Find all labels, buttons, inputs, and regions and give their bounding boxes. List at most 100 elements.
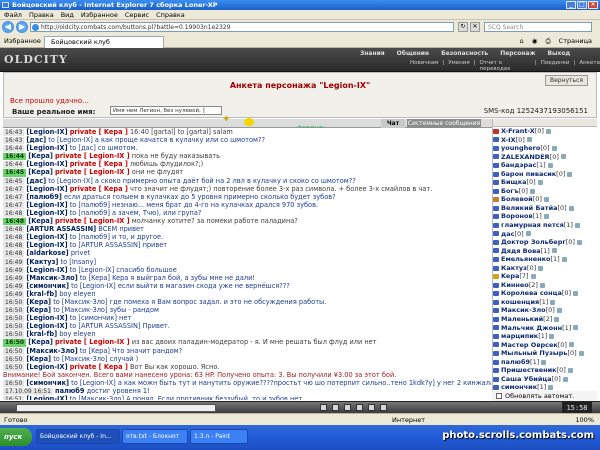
message-time[interactable]: 16:44 bbox=[3, 161, 25, 169]
nav-exit[interactable]: Выход bbox=[547, 50, 570, 57]
message-time[interactable]: 16:49 bbox=[3, 274, 25, 282]
message-time[interactable]: 16:49 bbox=[3, 266, 25, 274]
private-recipient[interactable]: private [ Kepa ] bbox=[70, 128, 128, 136]
private-recipient[interactable]: private [ Legion-IX ] bbox=[55, 217, 130, 225]
user-name[interactable]: Дядя Вова bbox=[501, 247, 541, 256]
taskbar-item-paint[interactable]: 1.3.n - Paint bbox=[190, 429, 248, 444]
user-info-icon[interactable] bbox=[568, 205, 574, 211]
message-sender[interactable]: палюб9 bbox=[55, 387, 84, 395]
private-recipient[interactable]: private [ Legion-IX ] bbox=[55, 152, 130, 160]
user-name[interactable]: кошенция bbox=[501, 298, 539, 307]
user-list-item[interactable]: Королева сонца [0] bbox=[493, 289, 597, 298]
user-name[interactable]: палюб9 bbox=[501, 358, 530, 367]
message-sender[interactable]: [kral-fb] bbox=[26, 290, 57, 298]
message-time[interactable]: 16:48 bbox=[3, 242, 25, 250]
message-time[interactable]: 16:50 bbox=[3, 363, 25, 371]
user-name[interactable]: Великий Батйа bbox=[501, 204, 558, 213]
user-info-icon[interactable] bbox=[525, 231, 531, 237]
user-info-icon[interactable] bbox=[578, 350, 584, 356]
smiles-icon[interactable] bbox=[320, 404, 327, 411]
message-time[interactable]: 16:49 bbox=[3, 290, 25, 298]
user-info-icon[interactable] bbox=[526, 137, 532, 143]
message-time[interactable]: 17.10.09 16:51 bbox=[3, 388, 53, 396]
user-info-icon[interactable] bbox=[549, 333, 555, 339]
user-list-item[interactable]: Воронов [1] bbox=[493, 212, 597, 221]
message-sender[interactable]: [Legion-IX] bbox=[26, 395, 67, 400]
auto-update-checkbox[interactable] bbox=[496, 393, 502, 399]
user-list-item[interactable]: симончик [1] bbox=[493, 383, 597, 391]
message-time[interactable]: 16:48 bbox=[3, 250, 25, 258]
message-time[interactable]: 16:51 bbox=[3, 396, 25, 400]
private-recipient[interactable]: private [ Kepa ] bbox=[70, 160, 128, 168]
user-list-item[interactable]: марципик [1] bbox=[493, 332, 597, 341]
message-time[interactable]: 16:50 bbox=[3, 323, 25, 331]
user-info-icon[interactable] bbox=[556, 308, 562, 314]
taskbar-item-browser[interactable]: Бойцовский клуб - In... bbox=[36, 429, 120, 444]
message-time[interactable]: 16:50 bbox=[3, 298, 25, 307]
user-info-icon[interactable] bbox=[538, 265, 544, 271]
user-info-icon[interactable] bbox=[554, 316, 560, 322]
menu-help[interactable]: Справка bbox=[156, 10, 185, 19]
filter-icon[interactable] bbox=[332, 404, 339, 411]
user-list-item[interactable]: Максик-Зло [0] bbox=[493, 306, 597, 315]
user-list-item[interactable]: Богъ [0] bbox=[493, 187, 597, 196]
user-info-icon[interactable] bbox=[541, 359, 547, 365]
user-list-item[interactable]: Мастер Оврсек [0] bbox=[493, 341, 597, 350]
user-info-icon[interactable] bbox=[545, 128, 551, 134]
user-list-item[interactable]: Кактуз [0] bbox=[493, 264, 597, 273]
user-info-icon[interactable] bbox=[551, 248, 557, 254]
message-sender[interactable]: [симончик] bbox=[26, 282, 69, 290]
user-info-icon[interactable] bbox=[547, 162, 553, 168]
refresh-chat-icon[interactable] bbox=[380, 404, 387, 411]
user-list-item[interactable]: бандэрас [1] bbox=[493, 161, 597, 170]
message-sender[interactable]: [Kepa] bbox=[26, 298, 51, 306]
user-name[interactable]: барон пивасик bbox=[501, 170, 556, 179]
message-time[interactable]: 16:49 bbox=[3, 282, 25, 290]
user-list-item[interactable]: Пришественик [0] bbox=[493, 366, 597, 375]
message-time[interactable]: 16:48 bbox=[3, 218, 27, 226]
refresh-icon[interactable]: ↻ bbox=[458, 22, 468, 32]
message-time[interactable]: 16:48 bbox=[3, 226, 25, 234]
message-sender[interactable]: [Legion-IX] bbox=[26, 363, 67, 371]
user-list-item[interactable]: younghero [0] bbox=[493, 144, 597, 153]
user-name[interactable]: симончик bbox=[501, 383, 537, 391]
maximize-button[interactable]: □ bbox=[577, 1, 587, 9]
message-time[interactable]: 16:47 bbox=[3, 201, 25, 209]
message-sender[interactable]: [Legion-IX] bbox=[26, 160, 67, 168]
message-sender[interactable]: [aldarkose] bbox=[26, 249, 68, 257]
message-sender[interactable]: [Kepa] bbox=[28, 152, 53, 160]
user-name[interactable]: ZALEXANDER bbox=[501, 153, 550, 162]
user-list-item[interactable]: Мальчик Джонн [1] bbox=[493, 324, 597, 333]
clear-icon[interactable] bbox=[344, 404, 351, 411]
user-name[interactable]: Мальчик Джонн bbox=[501, 324, 562, 333]
user-info-icon[interactable] bbox=[550, 299, 556, 305]
user-name[interactable]: X-Frant-X bbox=[501, 127, 535, 136]
user-info-icon[interactable] bbox=[562, 376, 568, 382]
private-recipient[interactable]: private [ Legion-IX ] bbox=[55, 168, 130, 176]
user-list-item[interactable]: Емельяненко [1] bbox=[493, 255, 597, 264]
message-time[interactable]: 16:48 bbox=[3, 234, 25, 242]
user-list-item[interactable]: Маленький [2] bbox=[493, 315, 597, 324]
message-time[interactable]: 16:45 bbox=[3, 169, 27, 177]
translit-icon[interactable] bbox=[368, 404, 375, 411]
user-name[interactable]: younghero bbox=[501, 144, 540, 153]
menu-edit[interactable]: Правка bbox=[29, 10, 54, 19]
user-name[interactable]: дас bbox=[501, 230, 515, 239]
user-name[interactable]: Бищка bbox=[501, 178, 527, 187]
sound-icon[interactable] bbox=[356, 404, 363, 411]
user-info-icon[interactable] bbox=[530, 274, 536, 280]
user-list-item[interactable]: Киннео [2] bbox=[493, 281, 597, 290]
user-info-icon[interactable] bbox=[548, 385, 554, 391]
user-name[interactable]: гламурная пется bbox=[501, 221, 564, 230]
message-time[interactable]: 16:49 bbox=[3, 258, 25, 266]
user-list-item[interactable]: Саша Убийца [0] bbox=[493, 375, 597, 384]
private-recipient[interactable]: private [ Legion-IX ] bbox=[55, 338, 130, 346]
message-sender[interactable]: [Legion-IX] bbox=[26, 233, 67, 241]
message-time[interactable]: 16:50 bbox=[3, 331, 25, 339]
message-time[interactable]: 16:50 bbox=[3, 355, 25, 363]
message-time[interactable]: 16:44 bbox=[3, 145, 25, 153]
search-input[interactable]: SCQ Search bbox=[484, 22, 592, 32]
message-time[interactable]: 16:50 bbox=[3, 307, 25, 315]
user-info-icon[interactable] bbox=[567, 368, 573, 374]
user-name[interactable]: бандэрас bbox=[501, 161, 536, 170]
